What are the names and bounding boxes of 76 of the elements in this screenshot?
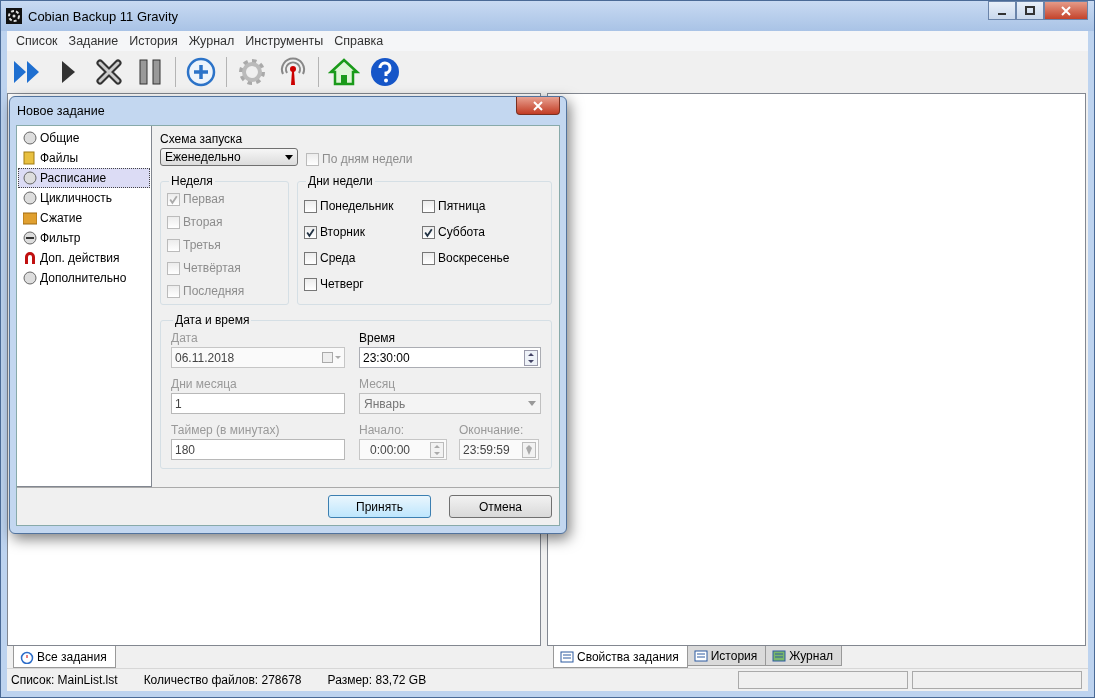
- check-icon: [305, 226, 316, 238]
- nav-icon: [23, 251, 37, 265]
- caret-icon: [285, 154, 293, 160]
- nav-item[interactable]: Файлы: [18, 148, 150, 168]
- day-checkbox[interactable]: Воскресенье: [422, 251, 545, 265]
- day-checkbox[interactable]: Пятница: [422, 199, 545, 213]
- nav-item[interactable]: Цикличность: [18, 188, 150, 208]
- nav-icon: [23, 151, 37, 165]
- app-logo-icon: [6, 8, 22, 24]
- field-label: Дата: [171, 331, 199, 345]
- cancel-button[interactable]: Отмена: [449, 495, 552, 518]
- time-field[interactable]: 23:30:00: [359, 347, 541, 368]
- field-label: Дни месяца: [171, 377, 238, 391]
- check-icon: [168, 193, 179, 205]
- clock-icon: [20, 649, 34, 664]
- group-title: Дата и время: [174, 313, 251, 327]
- day-checkbox[interactable]: Среда: [304, 251, 422, 265]
- nav-icon: [23, 211, 37, 225]
- spinner-icon[interactable]: [524, 349, 538, 366]
- close-icon: [533, 100, 543, 111]
- check-icon: [423, 226, 434, 238]
- field-label: Начало:: [359, 423, 406, 437]
- nav-icon: [23, 231, 37, 245]
- add-icon[interactable]: [185, 56, 217, 88]
- dialog-title: Новое задание: [17, 104, 105, 118]
- close-button[interactable]: [516, 97, 560, 115]
- list-icon: [693, 648, 708, 663]
- tab[interactable]: История: [686, 646, 767, 666]
- field-label: Время: [359, 331, 397, 345]
- tab[interactable]: Журнал: [765, 646, 843, 666]
- list-icon: [772, 648, 787, 663]
- minimize-icon: [998, 12, 1006, 15]
- nav-icon: [23, 131, 37, 145]
- cancel-icon[interactable]: [93, 56, 125, 88]
- maximize-icon: [1025, 5, 1035, 16]
- nav-item[interactable]: Общие: [18, 128, 150, 148]
- status-text: Список: MainList.lst: [11, 673, 118, 687]
- list-icon: [560, 649, 574, 664]
- nav-icon: [23, 271, 37, 285]
- schedule-dropdown[interactable]: Еженедельно: [160, 148, 298, 166]
- field-label: Схема запуска: [160, 132, 244, 146]
- day-checkbox[interactable]: Четверг: [304, 277, 422, 291]
- menu-item[interactable]: Список: [11, 33, 64, 49]
- group-title: Дни недели: [307, 174, 374, 188]
- group-title: Неделя: [170, 174, 214, 188]
- nav-icon: [23, 191, 37, 205]
- status-text: Размер: 83,72 GB: [327, 673, 427, 687]
- menu-item[interactable]: Справка: [329, 33, 390, 49]
- day-checkbox[interactable]: Понедельник: [304, 199, 422, 213]
- caret-icon: [528, 401, 536, 406]
- menu-item[interactable]: Задание: [63, 33, 125, 49]
- field-label: Таймер (в минутах): [171, 423, 281, 437]
- nav-item[interactable]: Дополнительно: [18, 268, 150, 288]
- menu-item[interactable]: Журнал: [183, 33, 241, 49]
- status-text: Количество файлов: 278678: [143, 673, 302, 687]
- menu-item[interactable]: История: [124, 33, 184, 49]
- field-label: Месяц: [359, 377, 397, 391]
- help-icon[interactable]: [369, 56, 401, 88]
- menu-item[interactable]: Инструменты: [240, 33, 330, 49]
- close-icon: [1061, 5, 1071, 16]
- nav-item[interactable]: Расписание: [18, 168, 150, 188]
- window-title: Cobian Backup 11 Gravity: [28, 8, 179, 24]
- nav-icon: [23, 171, 37, 185]
- accept-button[interactable]: Принять: [328, 495, 431, 518]
- nav-item[interactable]: Сжатие: [18, 208, 150, 228]
- day-checkbox[interactable]: Вторник: [304, 225, 422, 239]
- minimize-button[interactable]: [988, 1, 1016, 20]
- nav-item[interactable]: Фильтр: [18, 228, 150, 248]
- home-icon[interactable]: [328, 56, 360, 88]
- close-button[interactable]: [1044, 1, 1088, 20]
- day-checkbox[interactable]: Суббота: [422, 225, 545, 239]
- nav-item[interactable]: Доп. действия: [18, 248, 150, 268]
- tab[interactable]: Все задания: [13, 646, 116, 668]
- field-label: Окончание:: [459, 423, 525, 437]
- maximize-button[interactable]: [1016, 1, 1044, 20]
- tab[interactable]: Свойства задания: [553, 646, 688, 668]
